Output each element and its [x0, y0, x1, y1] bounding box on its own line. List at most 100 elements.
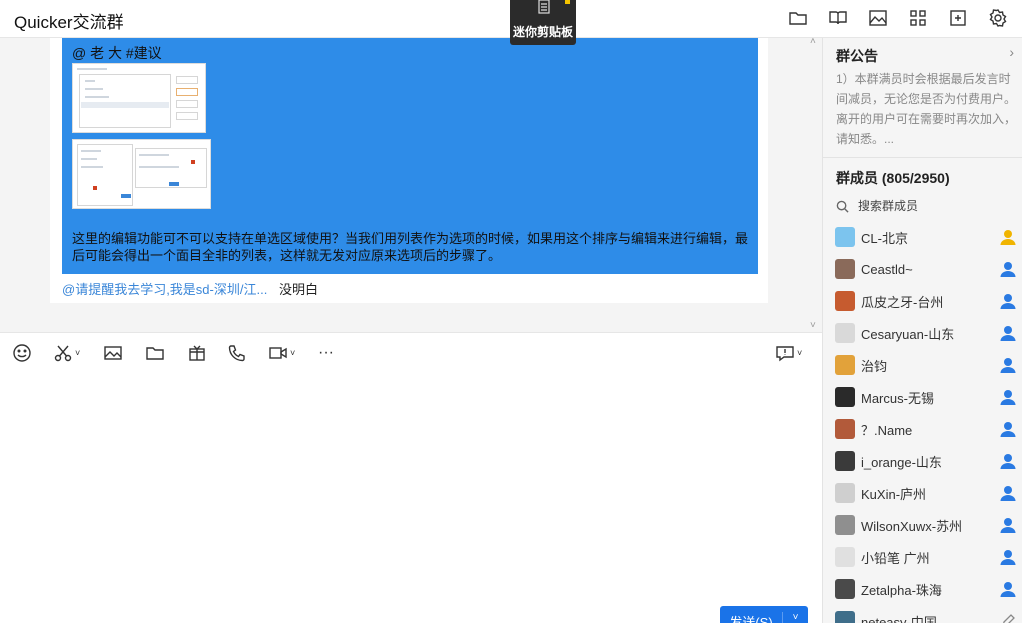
member-row[interactable]: ？.Name: [823, 413, 1022, 445]
image-icon[interactable]: [103, 343, 123, 363]
thumb-dot: [191, 160, 195, 164]
avatar[interactable]: [835, 419, 855, 439]
member-name: Zetalpha-珠海: [861, 582, 942, 598]
member-row[interactable]: 小铅笔 广州: [823, 541, 1022, 573]
thumb-line: [139, 166, 179, 168]
avatar[interactable]: [835, 483, 855, 503]
avatar[interactable]: [835, 355, 855, 375]
reply-mention-link[interactable]: @请提醒我去学习,我是sd-深圳/江...: [62, 282, 267, 297]
member-row[interactable]: Marcus-无锡: [823, 381, 1022, 413]
chevron-right-icon[interactable]: ›: [1009, 44, 1014, 60]
thumb-line: [85, 80, 95, 82]
avatar[interactable]: [835, 387, 855, 407]
reply-bar: @请提醒我去学习,我是sd-深圳/江... 没明白: [62, 279, 318, 298]
mini-clipboard-tooltip: 迷你剪贴板: [510, 0, 576, 45]
book-icon[interactable]: [824, 6, 852, 30]
member-row[interactable]: 治钧: [823, 349, 1022, 381]
member-row[interactable]: 瓜皮之牙-台州: [823, 285, 1022, 317]
member-row[interactable]: KuXin-庐州: [823, 477, 1022, 509]
avatar[interactable]: [835, 227, 855, 247]
admin-badge-icon: [1000, 422, 1016, 437]
member-name: KuXin-庐州: [861, 486, 927, 502]
notice-text[interactable]: 1）本群满员时会根据最后发言时间减员，无论您是否为付费用户。离开的用户可在需要时…: [836, 69, 1016, 149]
member-row[interactable]: neteasy-中国: [823, 605, 1022, 623]
send-button[interactable]: 发送(S) ˅: [720, 606, 808, 623]
chevron-down-icon[interactable]: ˅: [783, 612, 808, 623]
notice-title: 群公告: [836, 48, 878, 64]
admin-badge-icon: [1000, 550, 1016, 565]
screenshot-thumbnail[interactable]: [72, 63, 206, 133]
message-bubble[interactable]: @ 老 大 #建议 这里的编辑功能可不可以支持在单选区域使用？当我们用列表作为选…: [62, 38, 758, 274]
member-row[interactable]: CL-北京: [823, 221, 1022, 253]
member-search[interactable]: [836, 196, 1016, 216]
admin-badge-icon: [1000, 454, 1016, 469]
scissors-icon[interactable]: ˅: [53, 343, 80, 363]
thumb-line: [139, 154, 169, 156]
member-row[interactable]: Cesaryuan-山东: [823, 317, 1022, 349]
member-name: Ceastld~: [861, 261, 913, 277]
member-row[interactable]: Zetalpha-珠海: [823, 573, 1022, 605]
thumb-line: [77, 68, 107, 70]
avatar[interactable]: [835, 579, 855, 599]
thumb-button: [121, 194, 131, 198]
collapse-up-icon[interactable]: ˄: [810, 38, 820, 47]
thumb-button: [176, 76, 198, 84]
member-row[interactable]: WilsonXuwx-苏州: [823, 509, 1022, 541]
video-icon[interactable]: ˅: [268, 343, 295, 363]
group-title: Quicker交流群: [14, 13, 124, 32]
more-icon[interactable]: ···: [318, 343, 334, 363]
avatar[interactable]: [835, 611, 855, 623]
admin-badge-icon: [1000, 358, 1016, 373]
phone-icon[interactable]: [227, 343, 247, 363]
pencil-icon: [1003, 614, 1015, 623]
chevron-down-icon[interactable]: ˅: [797, 348, 802, 358]
collapse-down-icon[interactable]: ˅: [810, 321, 820, 331]
member-row[interactable]: Ceastld~: [823, 253, 1022, 285]
apps-grid-icon[interactable]: [904, 6, 932, 30]
member-name: ？.Name: [861, 422, 913, 438]
search-input[interactable]: [858, 199, 1008, 213]
message-input[interactable]: [0, 372, 822, 623]
member-name: WilsonXuwx-苏州: [861, 518, 963, 534]
tooltip-label: 迷你剪贴板: [512, 25, 573, 39]
folder-icon[interactable]: [784, 6, 812, 30]
admin-badge-icon: [1000, 486, 1016, 501]
thumb-button: [176, 100, 198, 108]
member-name: CL-北京: [861, 230, 908, 246]
avatar[interactable]: [835, 451, 855, 471]
member-row[interactable]: i_orange-山东: [823, 445, 1022, 477]
screenshot-thumbnail[interactable]: [72, 139, 211, 209]
admin-badge-icon: [1000, 390, 1016, 405]
message-text: 这里的编辑功能可不可以支持在单选区域使用？当我们用列表作为选项的时候，如果用这个…: [72, 231, 749, 263]
owner-badge-icon: [1000, 230, 1016, 245]
chevron-down-icon[interactable]: ˅: [290, 348, 295, 358]
emoji-icon[interactable]: [12, 343, 32, 363]
gift-icon[interactable]: [187, 343, 207, 363]
image-icon[interactable]: [864, 6, 892, 30]
add-window-icon[interactable]: [944, 6, 972, 30]
send-label: 发送(S): [729, 615, 773, 623]
avatar[interactable]: [835, 259, 855, 279]
thumb-row: [81, 102, 169, 108]
thumb-button: [176, 112, 198, 120]
avatar[interactable]: [835, 515, 855, 535]
message-mention: @ 老 大 #建议: [72, 45, 162, 61]
admin-badge-icon: [1000, 294, 1016, 309]
avatar[interactable]: [835, 323, 855, 343]
app-window: Quicker交流群 迷你剪贴板 @ 老 大 #建议 这里的编辑功能可不可以支持…: [0, 0, 1022, 623]
chat-bubble-icon[interactable]: ˅: [775, 343, 802, 363]
chat-area: @ 老 大 #建议 这里的编辑功能可不可以支持在单选区域使用？当我们用列表作为选…: [0, 38, 822, 332]
member-name: 瓜皮之牙-台州: [861, 294, 944, 310]
avatar[interactable]: [835, 547, 855, 567]
clipboard-icon: [538, 0, 550, 14]
folder-icon[interactable]: [145, 343, 165, 363]
gear-icon[interactable]: [984, 6, 1012, 30]
input-toolbar: ˅ ˅ ··· ˅: [0, 332, 822, 372]
avatar[interactable]: [835, 291, 855, 311]
member-name: Marcus-无锡: [861, 390, 934, 406]
thumb-line: [81, 158, 97, 160]
chevron-down-icon[interactable]: ˅: [75, 348, 80, 358]
member-name: 治钧: [861, 358, 888, 374]
admin-badge-icon: [1000, 582, 1016, 597]
header-toolbar: [784, 6, 1012, 30]
